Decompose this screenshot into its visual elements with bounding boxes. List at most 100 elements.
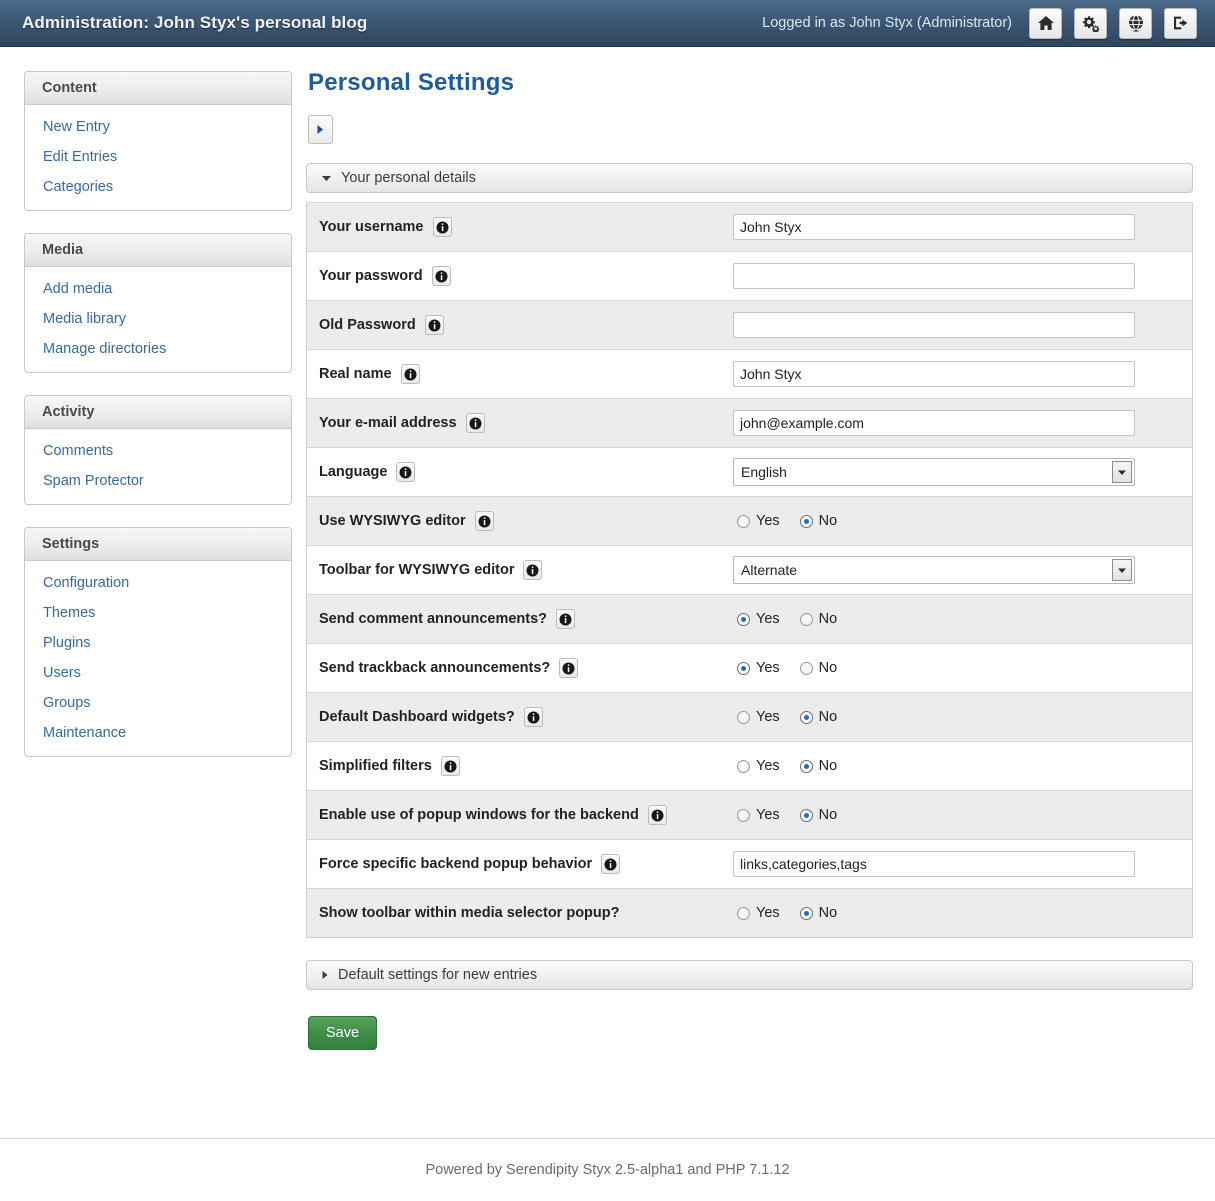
radio-circle — [799, 612, 813, 626]
sidebar-heading-activity: Activity — [25, 396, 291, 429]
info-icon[interactable] — [396, 462, 416, 482]
info-icon[interactable] — [523, 560, 543, 580]
sidebar-item-themes[interactable]: Themes — [25, 598, 291, 628]
sidebar-item-add-media[interactable]: Add media — [25, 274, 291, 304]
list-item: Groups — [25, 688, 291, 718]
sidebar-list-settings: Configuration Themes Plugins Users Group… — [25, 561, 291, 756]
real-name-input[interactable] — [733, 361, 1135, 387]
field-control: Yes No — [733, 513, 1178, 529]
main-content: Personal Settings Your personal details … — [292, 47, 1215, 1050]
radio-yes[interactable]: Yes — [737, 611, 780, 627]
sidebar-block-activity: Activity Comments Spam Protector — [24, 395, 292, 505]
info-icon[interactable] — [432, 217, 452, 237]
radio-yes[interactable]: Yes — [737, 905, 780, 921]
info-icon[interactable] — [440, 756, 460, 776]
info-icon[interactable] — [647, 805, 667, 825]
radio-circle — [737, 661, 750, 675]
chevron-down-icon — [1112, 559, 1132, 581]
radio-circle — [799, 710, 813, 724]
radio-yes[interactable]: Yes — [737, 660, 780, 676]
radio-no[interactable]: No — [799, 807, 837, 823]
sidebar-item-plugins[interactable]: Plugins — [25, 628, 291, 658]
table-row: Your username — [307, 202, 1192, 251]
radio-circle — [737, 612, 750, 626]
list-item: Configuration — [25, 568, 291, 598]
panel-header-label: Your personal details — [341, 170, 476, 186]
info-icon[interactable] — [559, 658, 579, 678]
force-popup-behavior-input[interactable] — [733, 851, 1135, 877]
sidebar-item-new-entry[interactable]: New Entry — [25, 112, 291, 142]
globe-icon[interactable] — [1119, 7, 1152, 39]
field-label-default-dashboard-widgets: Default Dashboard widgets? — [318, 707, 733, 727]
radio-no[interactable]: No — [799, 905, 837, 921]
field-control: Yes No — [733, 660, 1178, 676]
radio-group-show-toolbar-media-selector: Yes No — [733, 905, 837, 921]
info-icon[interactable] — [424, 315, 444, 335]
page-title: Personal Settings — [308, 69, 515, 96]
info-icon[interactable] — [400, 364, 420, 384]
old-password-input[interactable] — [733, 312, 1135, 338]
gear-icon[interactable] — [1074, 7, 1107, 39]
sidebar-item-comments[interactable]: Comments — [25, 436, 291, 466]
radio-label: Yes — [756, 758, 780, 774]
radio-group-enable-popup-windows: Yes No — [733, 807, 837, 823]
list-item: Themes — [25, 598, 291, 628]
list-item: New Entry — [25, 112, 291, 142]
language-select-value: English — [741, 464, 787, 480]
radio-no[interactable]: No — [799, 660, 838, 676]
sidebar-item-spam-protector[interactable]: Spam Protector — [25, 466, 291, 496]
sidebar-item-users[interactable]: Users — [25, 658, 291, 688]
info-icon[interactable] — [601, 854, 621, 874]
radio-no[interactable]: No — [799, 513, 837, 529]
radio-no[interactable]: No — [799, 709, 838, 725]
sidebar-list-media: Add media Media library Manage directori… — [25, 267, 291, 372]
field-label-old-password: Old Password — [318, 315, 733, 335]
radio-group-use-wysiwyg-editor: Yes No — [733, 513, 837, 529]
sidebar-item-categories[interactable]: Categories — [25, 172, 291, 202]
label-text: Your e-mail address — [319, 415, 457, 431]
sidebar-item-maintenance[interactable]: Maintenance — [25, 718, 291, 748]
table-row: Real name — [307, 349, 1192, 398]
username-input[interactable] — [733, 214, 1135, 240]
sidebar-item-media-library[interactable]: Media library — [25, 304, 291, 334]
radio-label: No — [818, 660, 838, 676]
radio-circle — [799, 661, 813, 675]
radio-label: Yes — [756, 611, 780, 627]
panel-header-personal-details[interactable]: Your personal details — [306, 163, 1193, 193]
panel-header-default-entry-settings[interactable]: Default settings for new entries — [306, 960, 1193, 990]
sidebar-item-edit-entries[interactable]: Edit Entries — [25, 142, 291, 172]
info-icon[interactable] — [474, 511, 494, 531]
language-select[interactable]: English — [733, 458, 1135, 486]
password-input[interactable] — [733, 263, 1135, 289]
info-icon[interactable] — [556, 609, 576, 629]
radio-yes[interactable]: Yes — [737, 513, 780, 529]
home-icon[interactable] — [1029, 7, 1062, 39]
radio-no[interactable]: No — [799, 758, 837, 774]
sidebar-list-activity: Comments Spam Protector — [25, 429, 291, 504]
sidebar-block-content: Content New Entry Edit Entries Categorie… — [24, 71, 292, 211]
list-item: Manage directories — [25, 334, 291, 364]
logout-icon[interactable] — [1164, 7, 1197, 39]
expand-all-button[interactable] — [308, 115, 333, 144]
radio-yes[interactable]: Yes — [737, 807, 780, 823]
list-item: Maintenance — [25, 718, 291, 748]
radio-label: No — [818, 709, 838, 725]
radio-no[interactable]: No — [799, 611, 837, 627]
save-button[interactable]: Save — [308, 1016, 378, 1050]
sidebar-item-configuration[interactable]: Configuration — [25, 568, 291, 598]
field-control — [733, 312, 1178, 338]
radio-circle — [737, 759, 750, 773]
table-row: Language English — [307, 447, 1192, 496]
sidebar-heading-settings: Settings — [25, 528, 291, 561]
radio-yes[interactable]: Yes — [737, 709, 780, 725]
radio-yes[interactable]: Yes — [737, 758, 780, 774]
info-icon[interactable] — [431, 266, 451, 286]
sidebar-item-groups[interactable]: Groups — [25, 688, 291, 718]
toolbar-select[interactable]: Alternate — [733, 556, 1135, 584]
sidebar-heading-media: Media — [25, 234, 291, 267]
info-icon[interactable] — [465, 413, 485, 433]
email-input[interactable] — [733, 410, 1135, 436]
sidebar-item-manage-directories[interactable]: Manage directories — [25, 334, 291, 364]
info-icon[interactable] — [523, 707, 543, 727]
table-row: Enable use of popup windows for the back… — [307, 790, 1192, 839]
